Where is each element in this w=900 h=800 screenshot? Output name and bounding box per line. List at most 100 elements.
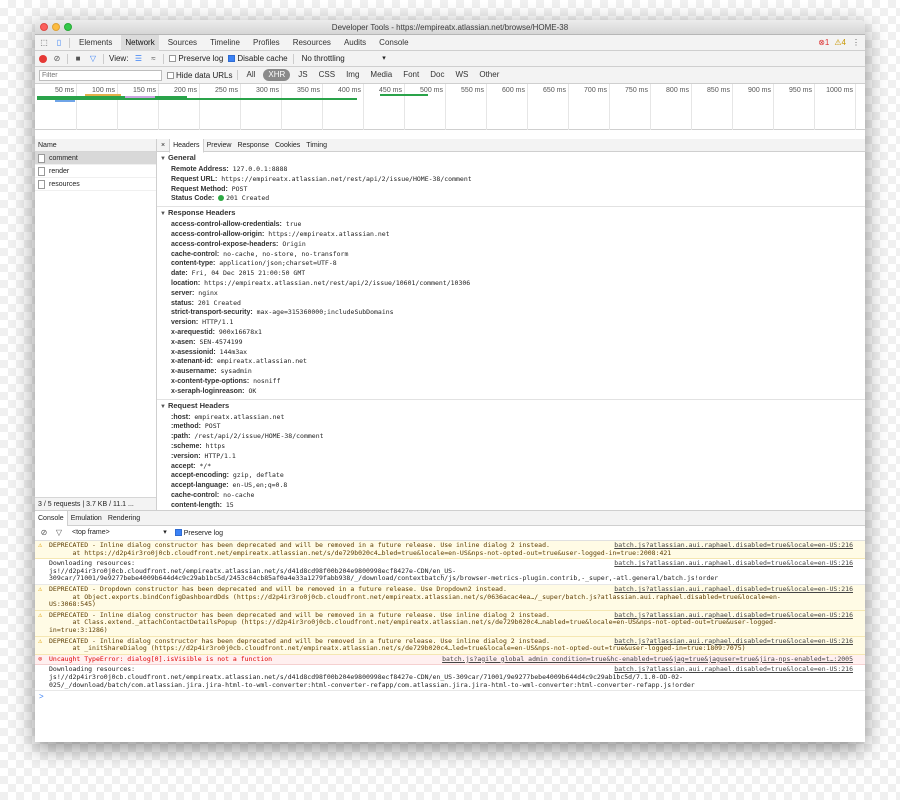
name-column-header[interactable]: Name xyxy=(35,139,156,152)
general-section-header[interactable]: General xyxy=(157,152,865,165)
tab-timeline[interactable]: Timeline xyxy=(206,35,244,51)
tab-timing[interactable]: Timing xyxy=(303,139,330,152)
filter-type-img[interactable]: Img xyxy=(343,69,362,81)
console-filter-icon[interactable]: ▽ xyxy=(54,528,64,538)
response-headers-section-header[interactable]: Response Headers xyxy=(157,207,865,220)
record-icon[interactable] xyxy=(39,54,47,63)
filter-type-font[interactable]: Font xyxy=(400,69,422,81)
response-header-value[interactable]: true xyxy=(286,220,302,228)
request-item-resources[interactable]: resources xyxy=(35,178,156,191)
filter-input[interactable] xyxy=(39,69,162,81)
console-message-source-link[interactable]: batch.js?atlassian.aui.raphael.disabled=… xyxy=(608,611,853,620)
filter-type-all[interactable]: All xyxy=(243,69,258,81)
clear-console-icon[interactable]: ⊘ xyxy=(39,528,49,538)
general-value[interactable]: POST xyxy=(232,185,248,193)
close-details-icon[interactable]: × xyxy=(157,142,169,149)
request-item-comment[interactable]: comment xyxy=(35,152,156,165)
hide-data-urls-checkbox[interactable]: Hide data URLs xyxy=(167,71,232,80)
general-value[interactable]: 201 Created xyxy=(226,194,269,202)
general-value[interactable]: 127.0.0.1:8888 xyxy=(233,165,288,173)
divider xyxy=(292,53,294,64)
capture-screenshots-icon[interactable]: ■ xyxy=(73,54,83,64)
console-message-source-link[interactable]: batch.js?atlassian.aui.raphael.disabled=… xyxy=(608,666,853,674)
filter-icon[interactable]: ▽ xyxy=(88,54,98,64)
console-message-source-link[interactable]: batch.js?agile_global_admin_condition=tr… xyxy=(436,655,853,664)
response-header-value[interactable]: max-age=315360000;includeSubDomains xyxy=(257,308,394,316)
tab-network[interactable]: Network xyxy=(121,34,159,51)
filter-type-media[interactable]: Media xyxy=(367,69,395,81)
filter-type-xhr[interactable]: XHR xyxy=(263,69,291,81)
response-header-value[interactable]: empireatx.atlassian.net xyxy=(217,357,307,365)
disable-cache-checkbox[interactable]: Disable cache xyxy=(228,54,288,63)
request-header-value[interactable]: no-cache xyxy=(223,491,254,499)
tab-audits[interactable]: Audits xyxy=(340,35,370,51)
request-header-value[interactable]: en-US,en;q=0.8 xyxy=(233,481,288,489)
device-mode-icon[interactable]: ▯ xyxy=(54,38,64,48)
response-header-value[interactable]: nosniff xyxy=(253,377,280,385)
console-message-source-link[interactable]: batch.js?atlassian.aui.raphael.disabled=… xyxy=(608,637,853,646)
response-header-value[interactable]: https://empireatx.atlassian.net/rest/api… xyxy=(204,279,470,287)
console-message-source-link[interactable]: batch.js?atlassian.aui.raphael.disabled=… xyxy=(608,560,853,568)
response-header-value[interactable]: no-cache, no-store, no-transform xyxy=(223,250,348,258)
tab-emulation[interactable]: Emulation xyxy=(68,511,105,526)
response-header-value[interactable]: OK xyxy=(248,387,256,395)
preserve-log-checkbox[interactable]: Preserve log xyxy=(169,54,223,63)
response-header-value[interactable]: https://empireatx.atlassian.net xyxy=(268,230,389,238)
tab-preview[interactable]: Preview xyxy=(204,139,235,152)
tab-rendering[interactable]: Rendering xyxy=(105,511,143,526)
tab-console-drawer[interactable]: Console xyxy=(35,510,68,526)
request-header-value[interactable]: HTTP/1.1 xyxy=(204,452,235,460)
request-header-value[interactable]: /rest/api/2/issue/HOME-38/comment xyxy=(194,432,323,440)
error-count-badge[interactable]: ⊗1 xyxy=(818,38,829,47)
request-header-value[interactable]: */* xyxy=(199,462,211,470)
request-header-value[interactable]: empireatx.atlassian.net xyxy=(194,413,284,421)
response-header-value[interactable]: Fri, 04 Dec 2015 21:00:50 GMT xyxy=(192,269,306,277)
overview-icon[interactable]: ≈ xyxy=(148,54,158,64)
inspect-icon[interactable]: ⬚ xyxy=(39,38,49,48)
close-window-button[interactable] xyxy=(40,23,48,31)
response-header-value[interactable]: sysadmin xyxy=(220,367,251,375)
console-message-source-link[interactable]: batch.js?atlassian.aui.raphael.disabled=… xyxy=(608,541,853,550)
timeline-overview[interactable]: 50 ms 100 ms 150 ms 200 ms 250 ms 300 ms 350 m… xyxy=(35,84,865,130)
filter-type-js[interactable]: JS xyxy=(295,69,310,81)
large-rows-icon[interactable]: ☰ xyxy=(133,54,143,64)
warning-count-badge[interactable]: ⚠4 xyxy=(834,38,846,47)
request-header-value[interactable]: 15 xyxy=(226,501,234,509)
response-header-value[interactable]: Origin xyxy=(282,240,305,248)
maximize-window-button[interactable] xyxy=(64,23,72,31)
tab-sources[interactable]: Sources xyxy=(164,35,201,51)
console-message-source-link[interactable]: batch.js?atlassian.aui.raphael.disabled=… xyxy=(608,585,853,594)
response-header-value[interactable]: SEN-4574199 xyxy=(199,338,242,346)
tab-cookies[interactable]: Cookies xyxy=(272,139,303,152)
response-header-value[interactable]: 201 Created xyxy=(198,299,241,307)
request-header-value[interactable]: POST xyxy=(205,422,221,430)
response-header-value[interactable]: nginx xyxy=(198,289,218,297)
tab-elements[interactable]: Elements xyxy=(75,35,116,51)
request-header-value[interactable]: gzip, deflate xyxy=(233,471,284,479)
tab-resources[interactable]: Resources xyxy=(289,35,335,51)
console-preserve-log-checkbox[interactable]: Preserve log xyxy=(174,529,223,537)
response-header-value[interactable]: 144m3ax xyxy=(220,348,247,356)
filter-type-css[interactable]: CSS xyxy=(316,69,338,81)
frame-select[interactable]: <top frame> xyxy=(69,528,170,538)
general-value[interactable]: https://empireatx.atlassian.net/rest/api… xyxy=(221,175,471,183)
filter-type-doc[interactable]: Doc xyxy=(427,69,447,81)
filter-type-ws[interactable]: WS xyxy=(452,69,471,81)
clear-icon[interactable]: ⊘ xyxy=(52,54,62,64)
console-prompt[interactable]: > xyxy=(35,691,865,703)
response-header-value[interactable]: 900x16678x1 xyxy=(219,328,262,336)
tab-response[interactable]: Response xyxy=(234,139,272,152)
tab-headers[interactable]: Headers xyxy=(169,139,204,153)
response-header-value[interactable]: HTTP/1.1 xyxy=(202,318,233,326)
tab-profiles[interactable]: Profiles xyxy=(249,35,284,51)
request-item-render[interactable]: render xyxy=(35,165,156,178)
checkbox-box xyxy=(228,55,236,62)
more-options-icon[interactable]: ⋮ xyxy=(851,38,861,48)
throttling-select[interactable]: No throttling xyxy=(299,54,389,64)
filter-type-other[interactable]: Other xyxy=(476,69,502,81)
tab-console[interactable]: Console xyxy=(375,35,412,51)
request-headers-section-header[interactable]: Request Headers xyxy=(157,400,865,413)
request-header-value[interactable]: https xyxy=(206,442,226,450)
response-header-value[interactable]: application/json;charset=UTF-8 xyxy=(219,259,336,267)
minimize-window-button[interactable] xyxy=(52,23,60,31)
